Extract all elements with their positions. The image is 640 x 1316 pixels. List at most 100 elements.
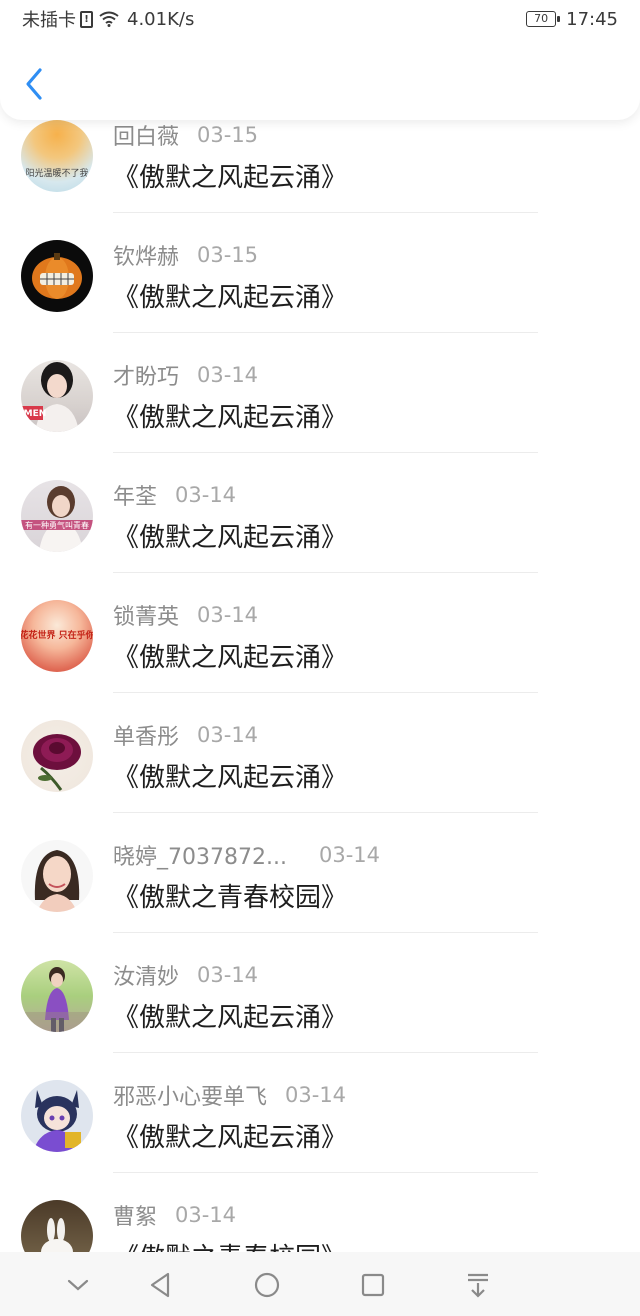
- user-name[interactable]: 汝清妙: [113, 959, 179, 991]
- date: 03-14: [197, 363, 259, 387]
- avatar-image: [34, 850, 80, 912]
- book-title[interactable]: 《傲默之风起云涌》: [113, 997, 347, 1034]
- avatar-caption: 花花世界 只在乎你: [21, 629, 93, 641]
- avatar[interactable]: [21, 840, 93, 912]
- item-meta: 曹絮 03-14: [113, 1200, 236, 1230]
- carrier-text: 未插卡: [22, 10, 76, 31]
- chevron-down-icon: [67, 1279, 89, 1291]
- back-nav-button[interactable]: [146, 1270, 176, 1300]
- avatar[interactable]: [21, 240, 93, 312]
- home-circle-icon: [254, 1272, 280, 1298]
- date: 03-14: [285, 1083, 347, 1107]
- avatar[interactable]: [21, 1080, 93, 1152]
- status-bar: 未插卡 ! 4.01K/s 70 17:45: [0, 0, 640, 40]
- back-button[interactable]: [20, 66, 50, 102]
- recents-square-icon: [361, 1273, 385, 1297]
- pull-down-icon: [468, 1273, 488, 1298]
- back-triangle-icon: [150, 1272, 170, 1298]
- battery-icon: 70: [526, 11, 561, 27]
- user-name[interactable]: 钦烨赫: [113, 239, 179, 271]
- chevron-left-icon: [26, 68, 42, 100]
- user-name[interactable]: 回白薇: [113, 119, 179, 151]
- date: 03-15: [197, 243, 259, 267]
- divider: [113, 1172, 538, 1173]
- date: 03-14: [175, 483, 237, 507]
- avatar[interactable]: 阳光温暖不了我: [21, 120, 93, 192]
- notification-nav-button[interactable]: [463, 1270, 493, 1300]
- divider: [113, 452, 538, 453]
- list-item[interactable]: 花花世界 只在乎你 锁菁英 03-14 《傲默之风起云涌》: [0, 600, 640, 720]
- avatar-image: 阳光温暖不了我: [25, 167, 88, 179]
- hide-nav-button[interactable]: [63, 1270, 93, 1300]
- date: 03-14: [175, 1203, 237, 1227]
- sim-alert-icon: !: [80, 10, 93, 28]
- book-title[interactable]: 《傲默之风起云涌》: [113, 1117, 347, 1154]
- date: 03-14: [318, 843, 380, 867]
- item-meta: 年荃 03-14: [113, 480, 236, 510]
- list-item[interactable]: 阳光温暖不了我 回白薇 03-15 《傲默之风起云涌》: [0, 120, 640, 240]
- list-item[interactable]: 单香彤 03-14 《傲默之风起云涌》: [0, 720, 640, 840]
- divider: [113, 572, 538, 573]
- user-name[interactable]: 邪恶小心要单飞: [113, 1079, 267, 1111]
- book-title[interactable]: 《傲默之风起云涌》: [113, 397, 347, 434]
- system-nav-bar: [0, 1252, 640, 1316]
- divider: [113, 212, 538, 213]
- user-name[interactable]: 单香彤: [113, 719, 179, 751]
- user-name[interactable]: 晓婷_7037872...: [113, 839, 287, 871]
- wifi-icon: [99, 11, 119, 27]
- avatar-image: [21, 967, 93, 1032]
- pumpkin-image: [32, 253, 82, 299]
- book-title[interactable]: 《傲默之风起云涌》: [113, 157, 347, 194]
- item-meta: 钦烨赫 03-15: [113, 240, 258, 270]
- avatar[interactable]: MEN: [21, 360, 93, 432]
- book-title[interactable]: 《傲默之风起云涌》: [113, 517, 347, 554]
- avatar-image: MEN: [21, 362, 79, 432]
- user-name[interactable]: 年荃: [113, 479, 157, 511]
- list-item[interactable]: 钦烨赫 03-15 《傲默之风起云涌》: [0, 240, 640, 360]
- avatar-image: 有一种勇气叫青春: [21, 486, 93, 552]
- date: 03-14: [197, 723, 259, 747]
- status-right: 70 17:45: [526, 8, 618, 30]
- avatar-image: 花花世界 只在乎你: [21, 629, 93, 641]
- book-title[interactable]: 《傲默之风起云涌》: [113, 637, 347, 674]
- list-item[interactable]: 邪恶小心要单飞 03-14 《傲默之风起云涌》: [0, 1080, 640, 1200]
- book-title[interactable]: 《傲默之风起云涌》: [113, 757, 347, 794]
- home-nav-button[interactable]: [252, 1270, 282, 1300]
- item-meta: 回白薇 03-15: [113, 120, 258, 150]
- anime-avatar-image: [33, 1090, 81, 1152]
- user-name[interactable]: 才盼巧: [113, 359, 179, 391]
- avatar[interactable]: [21, 960, 93, 1032]
- avatar[interactable]: [21, 720, 93, 792]
- date: 03-14: [197, 963, 259, 987]
- network-speed: 4.01K/s: [127, 8, 195, 30]
- list-item[interactable]: 晓婷_7037872... 03-14 《傲默之青春校园》: [0, 840, 640, 960]
- status-left: 未插卡 ! 4.01K/s: [22, 8, 195, 32]
- divider: [113, 692, 538, 693]
- list-item[interactable]: 汝清妙 03-14 《傲默之风起云涌》: [0, 960, 640, 1080]
- recents-nav-button[interactable]: [358, 1270, 388, 1300]
- item-meta: 汝清妙 03-14: [113, 960, 258, 990]
- book-title[interactable]: 《傲默之青春校园》: [113, 877, 347, 914]
- item-meta: 晓婷_7037872... 03-14: [113, 840, 380, 870]
- user-name[interactable]: 曹絮: [113, 1199, 157, 1231]
- header: 未插卡 ! 4.01K/s 70 17:45: [0, 0, 640, 120]
- list-item[interactable]: 有一种勇气叫青春 年荃 03-14 《傲默之风起云涌》: [0, 480, 640, 600]
- avatar-caption: 阳光温暖不了我: [25, 167, 88, 179]
- rose-image: [33, 734, 81, 791]
- divider: [113, 332, 538, 333]
- user-name[interactable]: 锁菁英: [113, 599, 179, 631]
- item-meta: 单香彤 03-14: [113, 720, 258, 750]
- book-title[interactable]: 《傲默之风起云涌》: [113, 277, 347, 314]
- avatar-caption: MEN: [24, 409, 47, 419]
- list-item[interactable]: MEN 才盼巧 03-14 《傲默之风起云涌》: [0, 360, 640, 480]
- divider: [113, 932, 538, 933]
- item-meta: 邪恶小心要单飞 03-14: [113, 1080, 346, 1110]
- clock: 17:45: [566, 8, 618, 30]
- avatar[interactable]: 有一种勇气叫青春: [21, 480, 93, 552]
- avatar-caption: 有一种勇气叫青春: [25, 520, 89, 530]
- screen: 阳光温暖不了我 回白薇 03-15 《傲默之风起云涌》 钦烨赫 03-15 《傲…: [0, 0, 640, 1316]
- divider: [113, 1052, 538, 1053]
- date: 03-15: [197, 123, 259, 147]
- avatar[interactable]: 花花世界 只在乎你: [21, 600, 93, 672]
- item-meta: 才盼巧 03-14: [113, 360, 258, 390]
